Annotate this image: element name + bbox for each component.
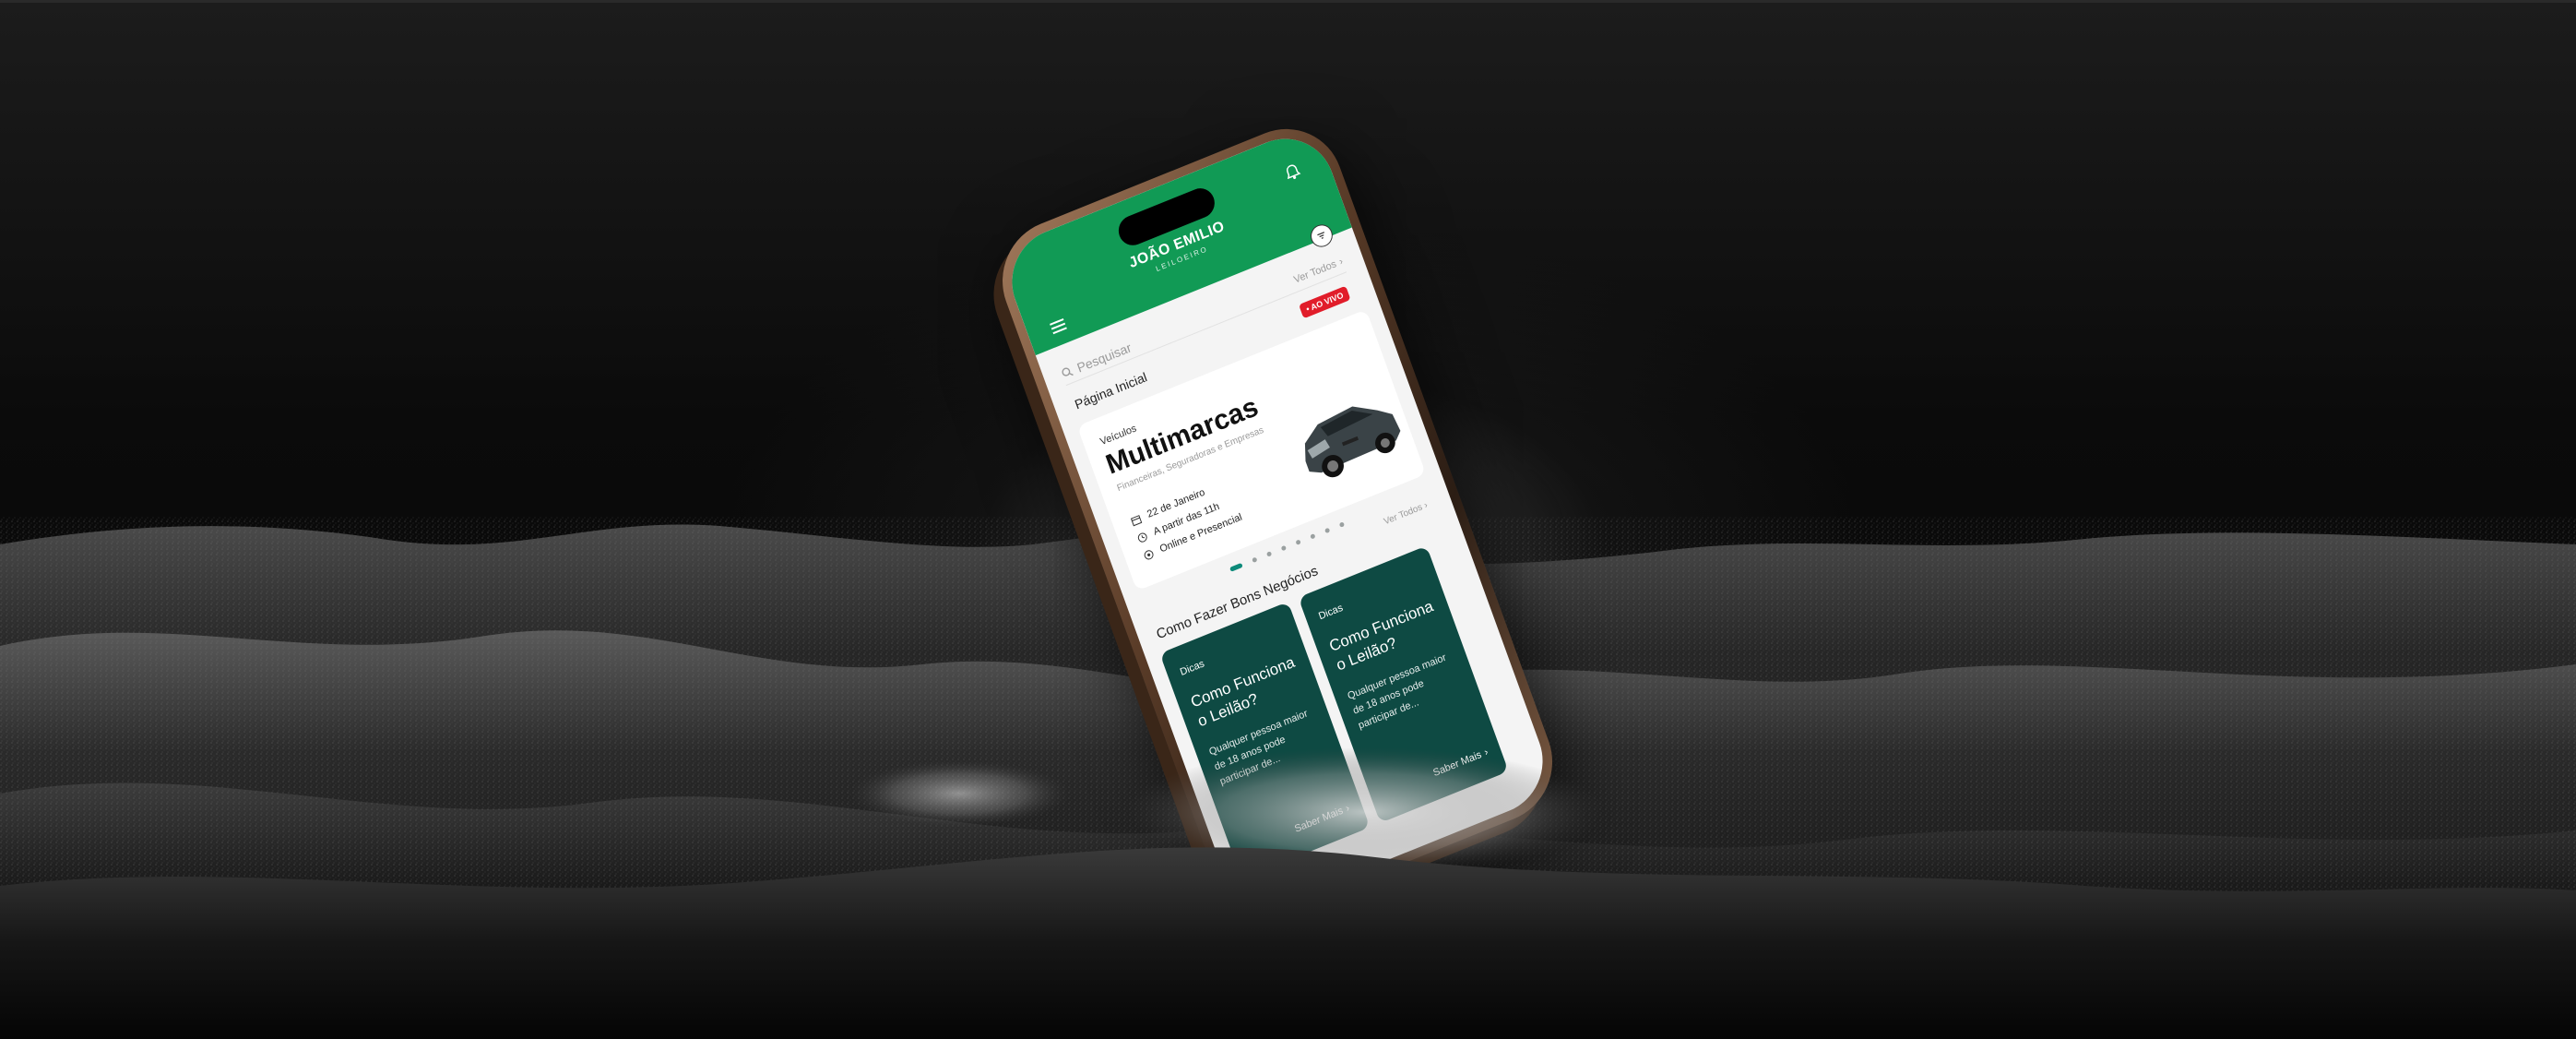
carousel-dot[interactable] bbox=[1338, 521, 1345, 529]
chevron-right-icon: › bbox=[1482, 746, 1490, 758]
tip-more-label: Saber Mais bbox=[1293, 805, 1345, 835]
live-badge: • AO VIVO bbox=[1299, 285, 1351, 319]
chevron-right-icon: › bbox=[1337, 256, 1345, 268]
tip-tag: Dicas bbox=[1317, 602, 1345, 623]
bell-icon bbox=[1287, 164, 1301, 180]
carousel-dot[interactable] bbox=[1251, 556, 1258, 564]
tip-tag: Dicas bbox=[1178, 658, 1206, 678]
chevron-right-icon: › bbox=[1344, 802, 1351, 815]
search-placeholder: Pesquisar bbox=[1074, 340, 1134, 376]
tip-more-link[interactable]: Saber Mais › bbox=[1293, 803, 1351, 835]
carousel-dot[interactable] bbox=[1229, 563, 1243, 572]
tip-more-label: Saber Mais bbox=[1431, 748, 1484, 780]
tip-more-link[interactable]: Saber Mais › bbox=[1431, 746, 1490, 779]
scene: JOÃO EMILIO LEILOEIRO Pesquisar Ver Todo… bbox=[0, 0, 2576, 1039]
tips-row: Dicas Como Funciona o Leilão? Qualquer p… bbox=[1159, 545, 1509, 879]
see-all-label: Ver Todos bbox=[1292, 258, 1338, 286]
notifications-button[interactable] bbox=[1278, 158, 1306, 187]
chevron-right-icon: › bbox=[1422, 500, 1430, 511]
car-image bbox=[1304, 406, 1401, 478]
carousel-dot[interactable] bbox=[1280, 544, 1287, 552]
carousel-dot[interactable] bbox=[1265, 551, 1272, 557]
see-all-link[interactable]: Ver Todos › bbox=[1292, 256, 1344, 285]
event-meta: 22 de Janeiro A partir das 11h Online e … bbox=[1130, 477, 1243, 562]
search-input[interactable]: Pesquisar bbox=[1060, 340, 1134, 381]
carousel-dot[interactable] bbox=[1324, 527, 1330, 534]
search-icon bbox=[1062, 367, 1074, 376]
location-icon bbox=[1144, 549, 1154, 559]
menu-icon bbox=[1049, 317, 1067, 335]
clock-icon bbox=[1137, 532, 1147, 543]
carousel-dot[interactable] bbox=[1294, 539, 1301, 546]
carousel-dot[interactable] bbox=[1309, 533, 1316, 540]
calendar-icon bbox=[1130, 514, 1143, 526]
